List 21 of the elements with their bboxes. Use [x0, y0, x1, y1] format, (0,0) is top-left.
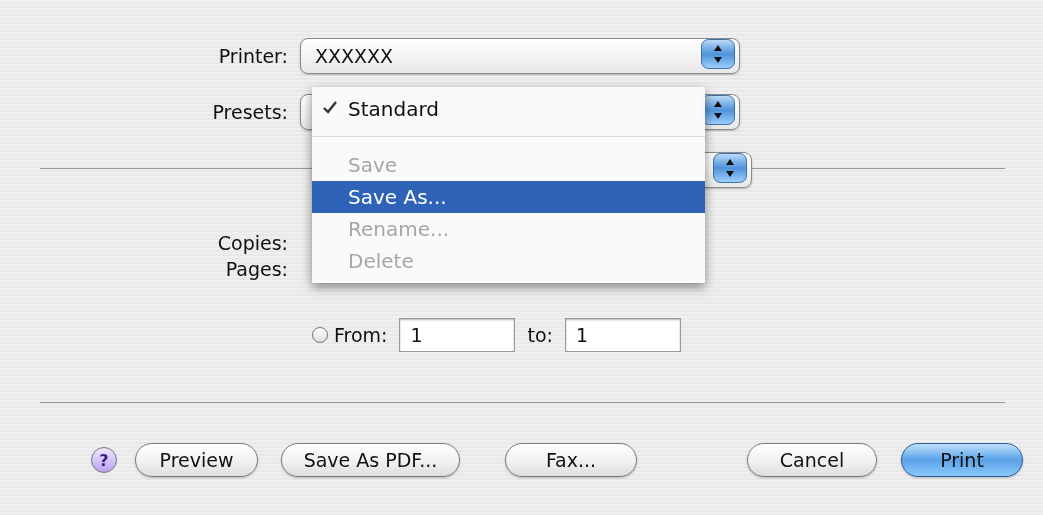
- input-field[interactable]: 1: [564, 318, 681, 352]
- stepper-arrows-icon: [701, 39, 735, 69]
- dialog-button[interactable]: Preview: [135, 443, 258, 477]
- stepper-arrows-icon: [713, 153, 747, 183]
- radio-button[interactable]: [312, 327, 328, 343]
- dialog-button[interactable]: Fax...: [505, 443, 637, 477]
- popup-button[interactable]: XXXXXX: [300, 38, 740, 74]
- popup-value: XXXXXX: [315, 45, 394, 67]
- field-label: Copies:: [216, 232, 289, 254]
- input-field[interactable]: 1: [399, 318, 516, 352]
- dialog-button[interactable]: Cancel: [747, 443, 877, 477]
- field-label: Printer:: [217, 45, 289, 67]
- dialog-button[interactable]: Save As PDF...: [281, 443, 460, 477]
- menu-item[interactable]: Save As...: [312, 181, 705, 213]
- print-button[interactable]: Print: [901, 443, 1023, 477]
- field-label: Pages:: [224, 258, 289, 280]
- field-label: Presets:: [211, 101, 289, 123]
- radio-label: From:: [334, 324, 388, 346]
- help-icon[interactable]: ?: [91, 447, 117, 473]
- field-label: to:: [527, 324, 553, 346]
- menu-item[interactable]: Standard: [312, 93, 705, 125]
